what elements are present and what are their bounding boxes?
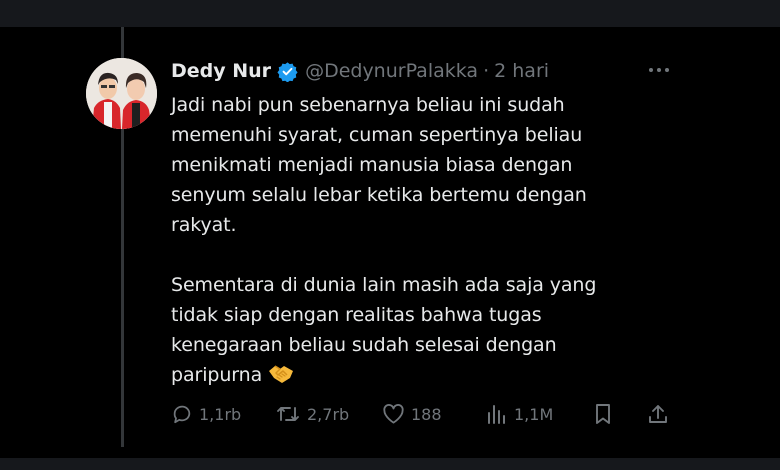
handshake-icon	[268, 363, 294, 394]
like-button[interactable]: 188	[382, 400, 442, 428]
like-count: 188	[411, 404, 442, 424]
retweet-count: 2,7rb	[307, 404, 350, 424]
verified-badge-icon	[277, 61, 298, 82]
avatar[interactable]	[86, 58, 157, 129]
views-count: 1,1M	[514, 404, 554, 424]
share-button[interactable]	[647, 400, 669, 428]
tweet-text: Jadi nabi pun sebenarnya beliau ini suda…	[171, 90, 671, 394]
bookmark-button[interactable]	[593, 400, 613, 428]
tweet-paragraph-2: Sementara di dunia lain masih ada saja y…	[171, 274, 597, 386]
more-options-icon[interactable]	[644, 60, 674, 80]
bookmark-icon	[593, 403, 613, 425]
author-handle[interactable]: @DedynurPalakka	[305, 60, 478, 82]
heart-icon	[382, 403, 405, 425]
views-icon	[486, 403, 508, 425]
separator-dot: ·	[483, 60, 490, 82]
top-band	[0, 0, 780, 27]
reply-icon	[171, 403, 193, 425]
tweet-paragraph-1: Jadi nabi pun sebenarnya beliau ini suda…	[171, 94, 587, 236]
author-name[interactable]: Dedy Nur	[171, 60, 271, 82]
reply-count: 1,1rb	[199, 404, 242, 424]
bottom-band	[0, 458, 780, 470]
share-icon	[647, 403, 669, 425]
tweet-time[interactable]: 2 hari	[494, 60, 549, 82]
tweet-header: Dedy Nur @DedynurPalakka · 2 hari	[171, 56, 549, 86]
retweet-icon	[275, 403, 301, 425]
retweet-button[interactable]: 2,7rb	[275, 400, 349, 428]
views-button[interactable]: 1,1M	[486, 400, 553, 428]
reply-button[interactable]: 1,1rb	[171, 400, 241, 428]
